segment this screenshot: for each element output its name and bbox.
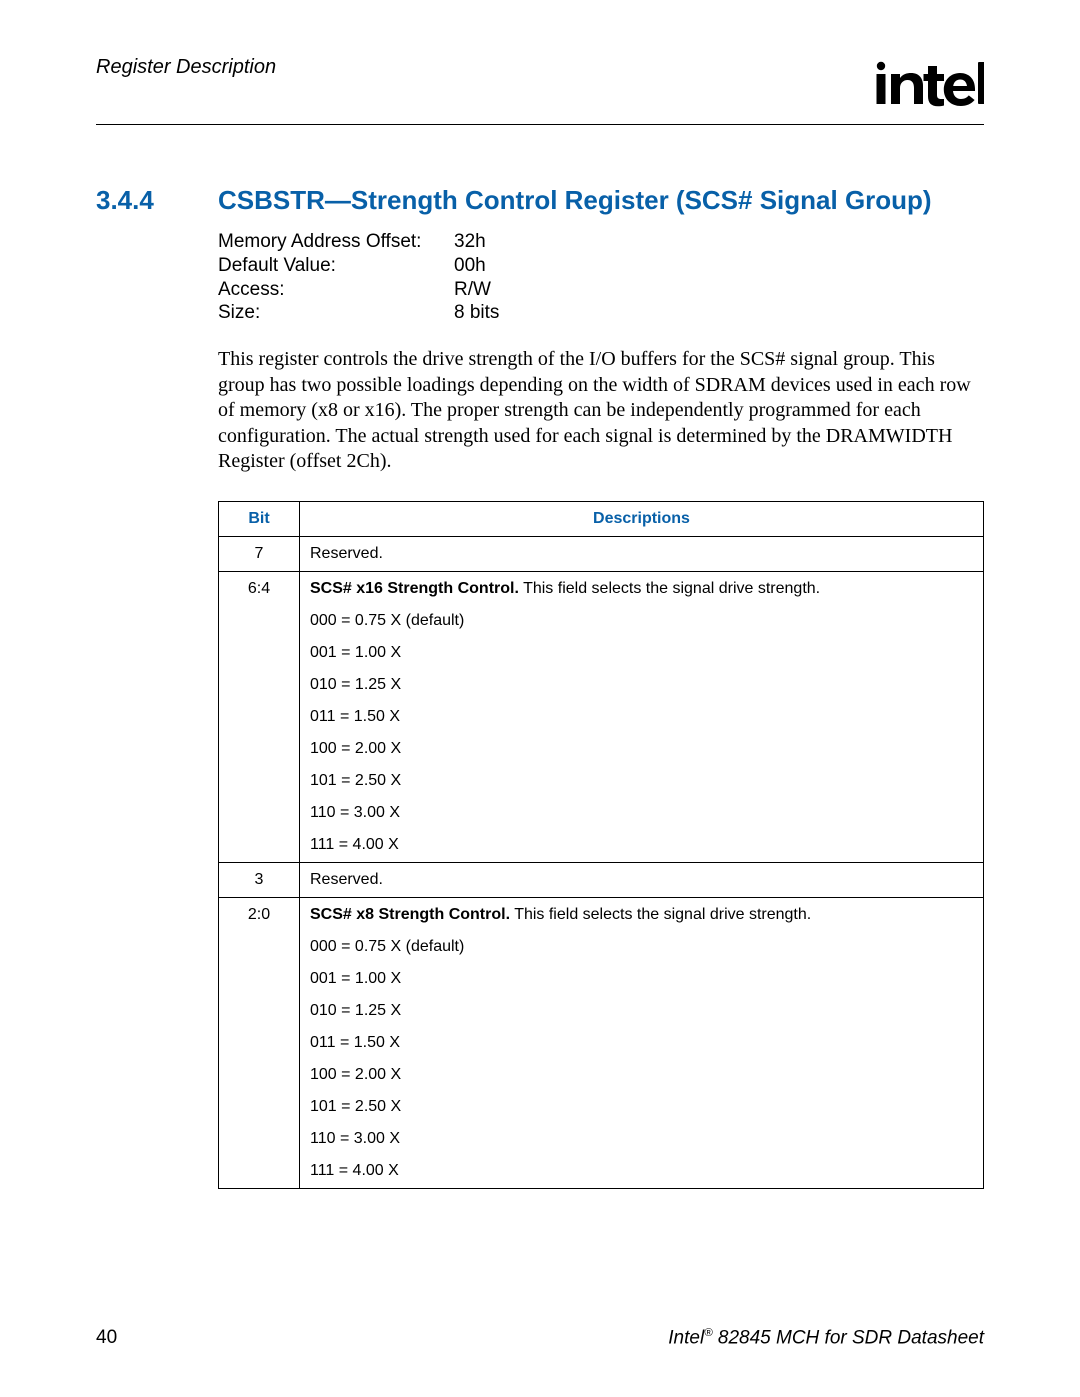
reg-offset-label: Memory Address Offset: (218, 230, 454, 254)
value-line: 011 = 1.50 X (310, 1034, 973, 1052)
desc-title: SCS# x16 Strength Control. (310, 580, 519, 597)
intel-logo-icon: ® (874, 60, 984, 112)
reg-size-label: Size: (218, 301, 454, 325)
reg-size-value: 8 bits (454, 301, 499, 325)
reg-info-row: Default Value: 00h (218, 254, 984, 278)
reg-access-label: Access: (218, 278, 454, 302)
reg-default-value: 00h (454, 254, 486, 278)
value-line: 000 = 0.75 X (default) (310, 938, 973, 956)
table-row: 2:0 SCS# x8 Strength Control. This field … (219, 897, 984, 1188)
desc-headline: SCS# x16 Strength Control. This field se… (310, 580, 973, 598)
desc-rest: This field selects the signal drive stre… (519, 580, 820, 597)
footer-title-reg: ® (704, 1327, 712, 1339)
reg-default-label: Default Value: (218, 254, 454, 278)
section-content: Memory Address Offset: 32h Default Value… (218, 230, 984, 1189)
value-line: 111 = 4.00 X (310, 1162, 973, 1180)
page-number: 40 (96, 1327, 117, 1349)
bit-table: Bit Descriptions 7 Reserved. 6:4 SCS# x16 S… (218, 501, 984, 1189)
reg-info-row: Memory Address Offset: 32h (218, 230, 984, 254)
footer-title-post: 82845 MCH for SDR Datasheet (713, 1327, 984, 1348)
reg-info-row: Size: 8 bits (218, 301, 984, 325)
desc-rest: Reserved. (310, 545, 383, 562)
value-line: 000 = 0.75 X (default) (310, 612, 973, 630)
value-line: 100 = 2.00 X (310, 1066, 973, 1084)
description-paragraph: This register controls the drive strengt… (218, 347, 984, 475)
bit-cell: 7 (219, 536, 300, 571)
bit-cell: 6:4 (219, 571, 300, 862)
desc-cell: Reserved. (300, 862, 984, 897)
desc-rest: This field selects the signal drive stre… (510, 906, 811, 923)
reg-access-value: R/W (454, 278, 491, 302)
desc-header: Descriptions (300, 501, 984, 536)
page: Register Description ® (0, 0, 1080, 1397)
value-line: 001 = 1.00 X (310, 644, 973, 662)
desc-rest: Reserved. (310, 871, 383, 888)
running-title: Register Description (96, 56, 276, 79)
footer-title-pre: Intel (668, 1327, 704, 1348)
table-row: 6:4 SCS# x16 Strength Control. This field… (219, 571, 984, 862)
footer-doc-title: Intel® 82845 MCH for SDR Datasheet (668, 1327, 984, 1349)
reg-offset-value: 32h (454, 230, 486, 254)
value-line: 011 = 1.50 X (310, 708, 973, 726)
value-line: 110 = 3.00 X (310, 804, 973, 822)
bit-cell: 2:0 (219, 897, 300, 1188)
table-row: 7 Reserved. (219, 536, 984, 571)
value-line: 010 = 1.25 X (310, 676, 973, 694)
page-header: Register Description ® (96, 56, 984, 124)
desc-cell: SCS# x16 Strength Control. This field se… (300, 571, 984, 862)
section-title: CSBSTR—Strength Control Register (SCS# S… (218, 185, 932, 216)
desc-headline: Reserved. (310, 871, 973, 889)
value-line: 010 = 1.25 X (310, 1002, 973, 1020)
desc-cell: Reserved. (300, 536, 984, 571)
value-line: 111 = 4.00 X (310, 836, 973, 854)
bit-cell: 3 (219, 862, 300, 897)
value-line: 100 = 2.00 X (310, 740, 973, 758)
section-number: 3.4.4 (96, 185, 218, 216)
value-line: 110 = 3.00 X (310, 1130, 973, 1148)
section-heading: 3.4.4 CSBSTR—Strength Control Register (… (96, 185, 984, 216)
table-row: 3 Reserved. (219, 862, 984, 897)
desc-cell: SCS# x8 Strength Control. This field sel… (300, 897, 984, 1188)
reg-info-row: Access: R/W (218, 278, 984, 302)
header-divider (96, 124, 984, 125)
value-line: 001 = 1.00 X (310, 970, 973, 988)
bit-header: Bit (219, 501, 300, 536)
desc-title: SCS# x8 Strength Control. (310, 906, 510, 923)
desc-headline: Reserved. (310, 545, 973, 563)
value-line: 101 = 2.50 X (310, 772, 973, 790)
page-footer: 40 Intel® 82845 MCH for SDR Datasheet (96, 1327, 984, 1349)
desc-headline: SCS# x8 Strength Control. This field sel… (310, 906, 973, 924)
value-line: 101 = 2.50 X (310, 1098, 973, 1116)
